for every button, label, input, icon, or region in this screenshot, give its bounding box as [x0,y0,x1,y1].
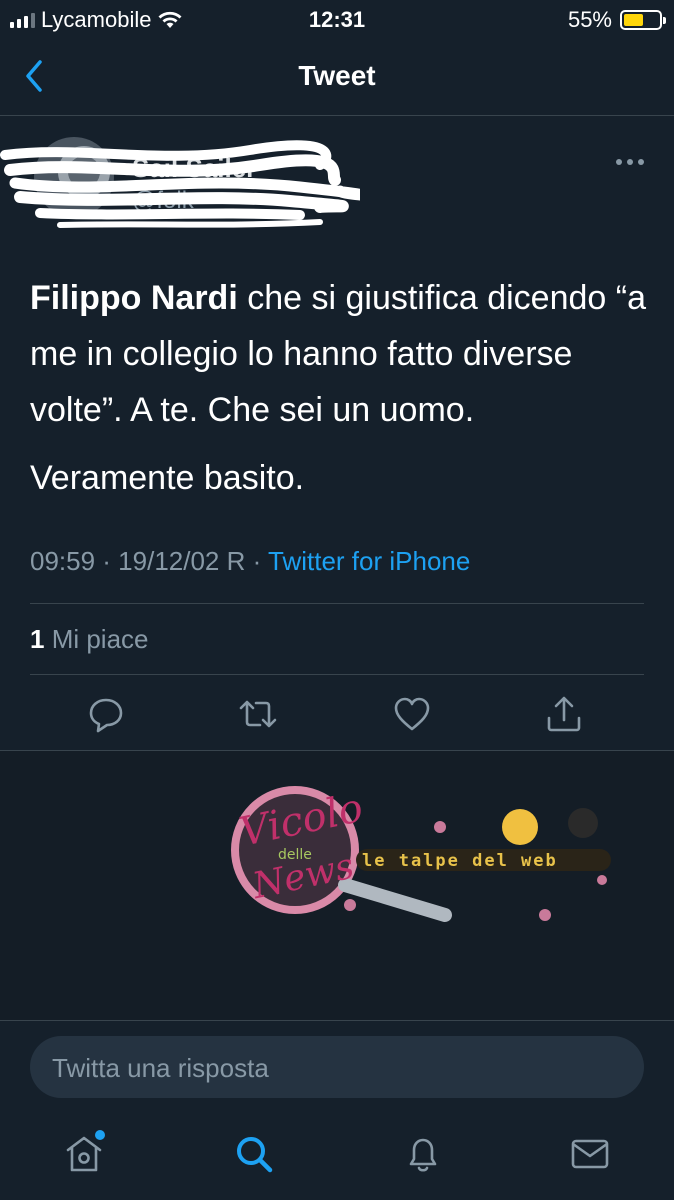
status-bar: Lycamobile 12:31 55% [0,0,674,38]
more-icon[interactable] [616,159,644,165]
header: Tweet [0,38,674,116]
share-icon[interactable] [544,694,584,734]
watermark-tagline: le talpe del web [362,851,558,871]
battery-fill [624,14,643,26]
redaction-scribble [0,140,360,228]
tweet-source-link[interactable]: Twitter for iPhone [268,546,470,576]
tweet-mention[interactable]: Filippo Nardi [30,279,238,317]
home-notification-dot [95,1130,105,1140]
divider [30,603,644,604]
likes-label: Mi piace [44,624,149,654]
reply-input[interactable]: Twitta una risposta [30,1036,644,1098]
divider [30,674,644,675]
notifications-icon[interactable] [401,1132,445,1176]
tweet-author[interactable]: Sail Sailer @folk [0,125,674,235]
battery-icon [620,10,666,30]
like-icon[interactable] [392,694,432,734]
battery-percent: 55% [567,7,612,32]
status-right: 55% [567,7,666,33]
page-title: Tweet [298,60,376,91]
reply-icon[interactable] [86,694,126,734]
retweet-icon[interactable] [238,694,278,734]
tweet-meta: 09:59 · 19/12/02 R · Twitter for iPhone [30,546,470,577]
search-icon[interactable] [232,1132,276,1176]
watermark-logo: Vicolo delle News le talpe del web [231,785,611,922]
tweet-actions [0,690,674,740]
likes-count[interactable]: 1 Mi piace [30,624,149,655]
likes-number: 1 [30,624,45,654]
messages-icon[interactable] [568,1132,612,1176]
tweet-paragraph-2: Veramente basito. [30,459,305,497]
tweet-paragraph-1: Filippo Nardi che si giustifica dicendo … [30,270,650,438]
tweet-timestamp: 09:59 · 19/12/02 R · [30,546,269,576]
divider [0,1020,674,1021]
bottom-nav [0,1110,674,1200]
tweet-text: Filippo Nardi che si giustifica dicendo … [30,270,650,518]
reply-placeholder: Twitta una risposta [52,1053,269,1083]
